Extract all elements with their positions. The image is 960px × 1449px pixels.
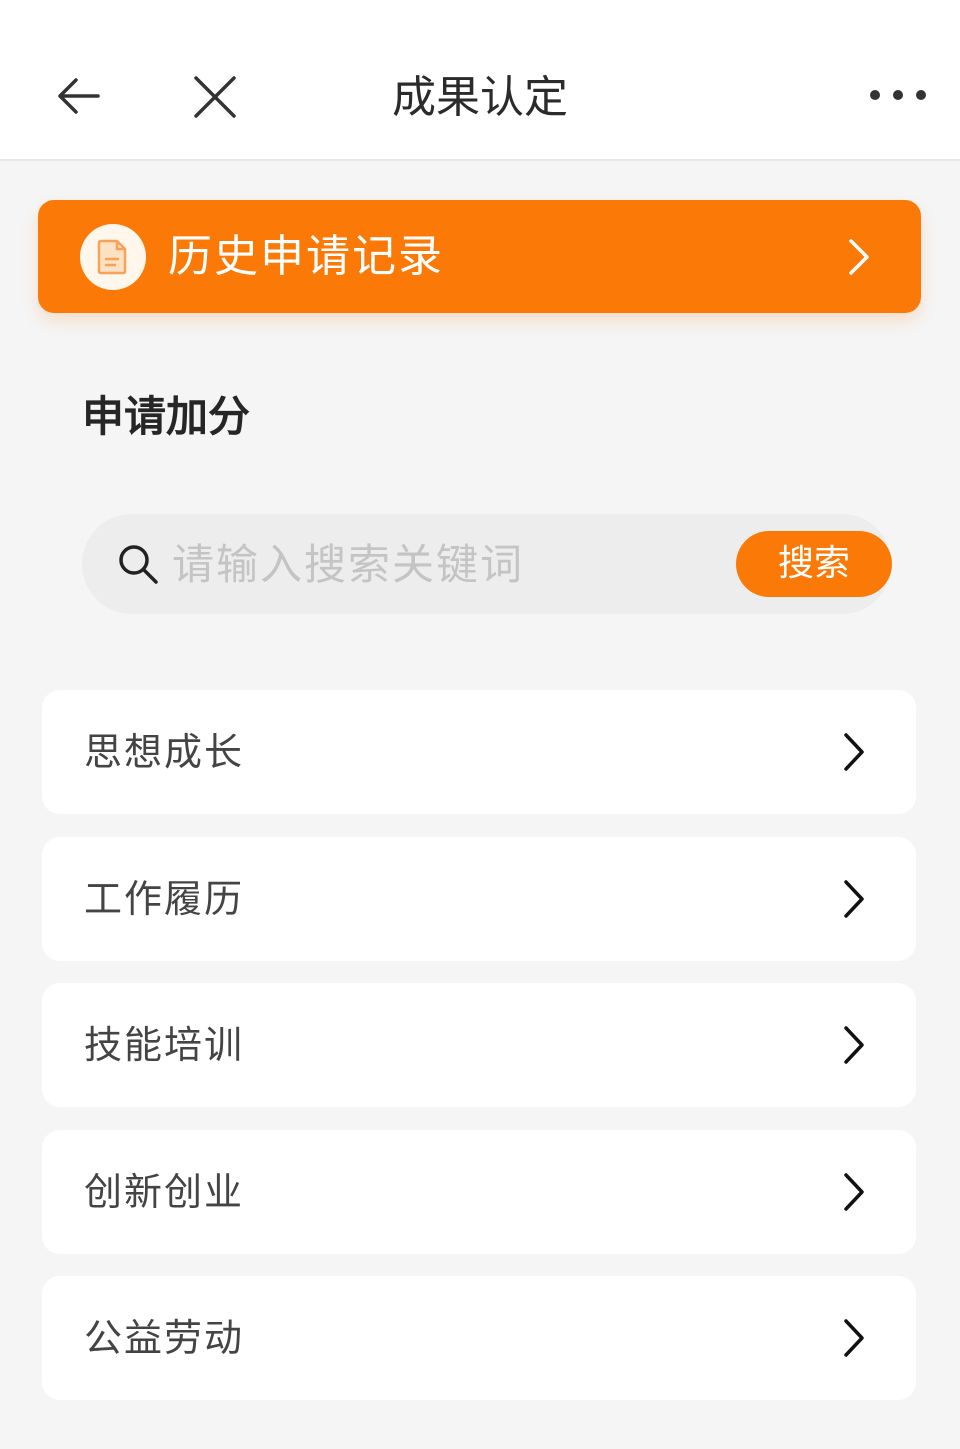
- chevron-right-icon: [840, 1023, 868, 1067]
- category-item-innovation[interactable]: 创新创业: [42, 1130, 916, 1254]
- top-nav-bar: 成果认定: [0, 0, 960, 161]
- category-item-work-history[interactable]: 工作履历: [42, 837, 916, 961]
- search-button[interactable]: 搜索: [736, 531, 892, 597]
- chevron-right-icon: [840, 1170, 868, 1214]
- arrow-left-icon: [58, 78, 100, 114]
- category-label: 工作履历: [84, 877, 245, 921]
- chevron-right-icon: [840, 877, 868, 921]
- page-title: 成果认定: [392, 72, 568, 123]
- chevron-right-icon: [844, 236, 874, 278]
- category-item-skill-training[interactable]: 技能培训: [42, 983, 916, 1107]
- search-icon: [116, 542, 160, 586]
- history-icon-badge: [80, 224, 146, 290]
- category-label: 技能培训: [84, 1023, 245, 1067]
- search-input[interactable]: [172, 534, 712, 594]
- category-item-thought-growth[interactable]: 思想成长: [42, 690, 916, 814]
- category-label: 公益劳动: [84, 1316, 245, 1360]
- close-button[interactable]: [188, 70, 242, 124]
- category-label: 创新创业: [84, 1170, 245, 1214]
- search-bar: 搜索: [82, 514, 892, 614]
- document-icon: [97, 239, 127, 275]
- history-records-label: 历史申请记录: [168, 231, 444, 282]
- more-button[interactable]: [866, 80, 930, 110]
- chevron-right-icon: [840, 730, 868, 774]
- history-records-button[interactable]: 历史申请记录: [38, 200, 921, 313]
- chevron-right-icon: [840, 1316, 868, 1360]
- category-label: 思想成长: [84, 730, 245, 774]
- section-title: 申请加分: [82, 392, 251, 441]
- category-item-public-welfare[interactable]: 公益劳动: [42, 1276, 916, 1400]
- back-button[interactable]: [52, 70, 104, 122]
- close-icon: [194, 76, 236, 118]
- more-dots-icon: [870, 90, 926, 100]
